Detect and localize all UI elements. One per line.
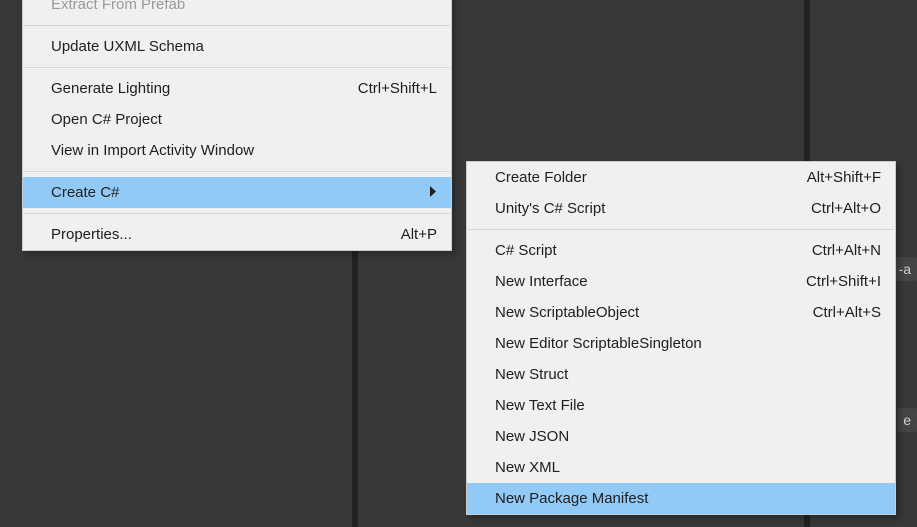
menu-item-label: New JSON [495,428,881,445]
menu-item-properties[interactable]: Properties... Alt+P [23,219,451,250]
menu-item-label: Open C# Project [51,111,437,128]
menu-item-label: New ScriptableObject [495,304,773,321]
background-text-fragment: -a [893,257,917,281]
menu-separator [24,213,450,214]
background-text-fragment: e [897,408,917,432]
menu-item-label: New XML [495,459,881,476]
context-submenu-create-csharp[interactable]: Create Folder Alt+Shift+F Unity's C# Scr… [466,161,896,515]
menu-item-extract-from-prefab: Extract From Prefab [23,0,451,20]
menu-separator [24,67,450,68]
menu-item-view-import-activity[interactable]: View in Import Activity Window [23,135,451,166]
menu-item-generate-lighting[interactable]: Generate Lighting Ctrl+Shift+L [23,73,451,104]
menu-item-shortcut: Ctrl+Shift+L [358,80,437,97]
submenu-item-new-xml[interactable]: New XML [467,452,895,483]
menu-item-label: New Struct [495,366,881,383]
menu-item-create-csharp[interactable]: Create C# [23,177,451,208]
menu-item-shortcut: Ctrl+Alt+S [813,304,881,321]
menu-item-shortcut: Ctrl+Alt+O [811,200,881,217]
submenu-item-new-interface[interactable]: New Interface Ctrl+Shift+I [467,266,895,297]
menu-item-label: Generate Lighting [51,80,318,97]
menu-separator [24,171,450,172]
menu-item-label: C# Script [495,242,772,259]
menu-item-label: New Text File [495,397,881,414]
menu-item-update-uxml-schema[interactable]: Update UXML Schema [23,31,451,62]
menu-item-label: Create C# [51,184,419,201]
submenu-item-new-package-manifest[interactable]: New Package Manifest [467,483,895,514]
menu-separator [24,25,450,26]
submenu-item-csharp-script[interactable]: C# Script Ctrl+Alt+N [467,235,895,266]
context-menu-main[interactable]: Extract From Prefab Update UXML Schema G… [22,0,452,251]
submenu-item-new-scriptableobject[interactable]: New ScriptableObject Ctrl+Alt+S [467,297,895,328]
submenu-item-new-json[interactable]: New JSON [467,421,895,452]
menu-item-shortcut: Ctrl+Shift+I [806,273,881,290]
menu-item-label: Create Folder [495,169,767,186]
menu-item-open-csharp-project[interactable]: Open C# Project [23,104,451,135]
menu-item-shortcut: Alt+P [401,226,437,243]
menu-item-label: View in Import Activity Window [51,142,437,159]
menu-item-label: New Package Manifest [495,490,881,507]
submenu-item-unitys-csharp-script[interactable]: Unity's C# Script Ctrl+Alt+O [467,193,895,224]
menu-item-label: New Editor ScriptableSingleton [495,335,881,352]
menu-item-label: New Interface [495,273,766,290]
menu-item-shortcut: Ctrl+Alt+N [812,242,881,259]
menu-item-label: Extract From Prefab [51,0,437,13]
menu-item-label: Update UXML Schema [51,38,437,55]
submenu-item-create-folder[interactable]: Create Folder Alt+Shift+F [467,162,895,193]
menu-item-label: Properties... [51,226,361,243]
menu-item-label: Unity's C# Script [495,200,771,217]
menu-item-shortcut: Alt+Shift+F [807,169,881,186]
submenu-item-new-editor-scriptablesingleton[interactable]: New Editor ScriptableSingleton [467,328,895,359]
chevron-right-icon [427,184,437,201]
menu-separator [468,229,894,230]
submenu-item-new-text-file[interactable]: New Text File [467,390,895,421]
submenu-item-new-struct[interactable]: New Struct [467,359,895,390]
